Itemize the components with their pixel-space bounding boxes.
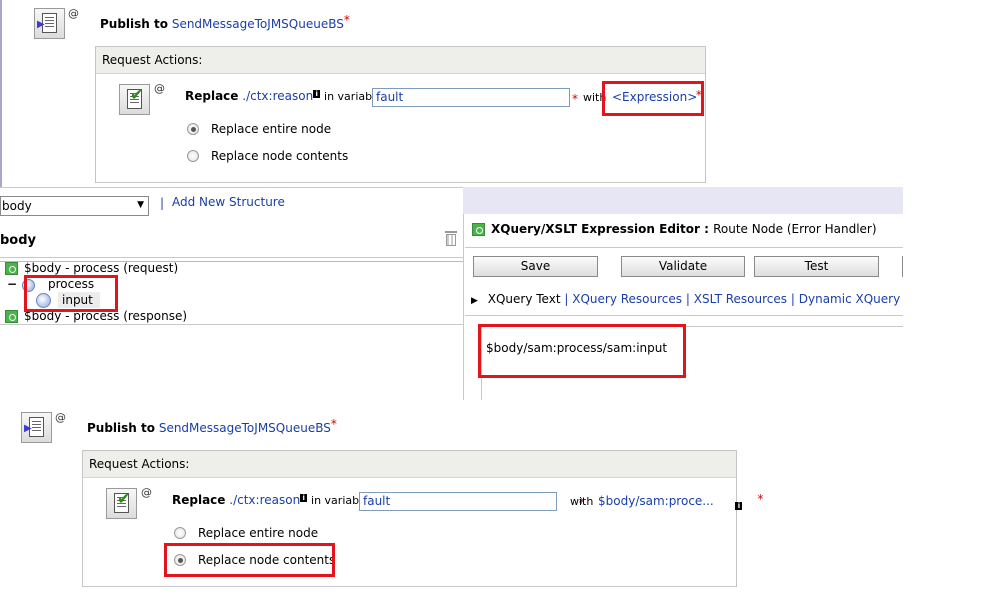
divider bbox=[0, 187, 463, 188]
variable-select[interactable]: body ▼ bbox=[0, 196, 149, 216]
top-publish-heading: Publish to SendMessageToJMSQueueBS* bbox=[100, 13, 350, 31]
radio-replace-contents[interactable] bbox=[187, 150, 199, 162]
divider bbox=[465, 247, 903, 248]
publish-label: Publish to bbox=[100, 17, 168, 31]
with-label: with bbox=[570, 495, 594, 508]
at-icon: @ bbox=[55, 411, 66, 424]
replace-label: Replace bbox=[172, 493, 226, 507]
publish-icon[interactable]: ▶ bbox=[21, 412, 52, 443]
trash-icon[interactable] bbox=[445, 231, 457, 246]
separator: | bbox=[685, 292, 690, 306]
save-button[interactable]: Save bbox=[473, 256, 598, 277]
request-actions-title: Request Actions: bbox=[96, 47, 705, 74]
info-icon[interactable]: i bbox=[313, 90, 321, 98]
editor-subtitle: Route Node (Error Handler) bbox=[713, 222, 877, 236]
editor-heading: XQuery/XSLT Expression Editor : Route No… bbox=[491, 222, 877, 236]
chevron-down-icon: ▼ bbox=[137, 200, 144, 210]
separator: | bbox=[564, 292, 569, 306]
publish-label: Publish to bbox=[87, 421, 155, 435]
variable-input[interactable]: fault bbox=[359, 492, 557, 511]
validate-button[interactable]: Validate bbox=[621, 256, 745, 277]
bottom-replace-row: Replace ./ctx:reason i in variable bbox=[172, 493, 369, 507]
variable-icon bbox=[5, 310, 18, 323]
top-left-border bbox=[0, 0, 2, 188]
xquery-icon bbox=[472, 223, 485, 236]
tab-xquery-resources[interactable]: XQuery Resources bbox=[572, 292, 682, 306]
add-new-structure-link[interactable]: Add New Structure bbox=[172, 195, 285, 209]
radio-replace-entire-label: Replace entire node bbox=[211, 122, 332, 136]
at-icon: @ bbox=[68, 7, 79, 20]
top-replace-row: Replace ./ctx:reason i in variable bbox=[185, 89, 382, 103]
required-marker: * bbox=[343, 13, 350, 27]
required-marker: * bbox=[572, 92, 578, 106]
tab-xslt-resources[interactable]: XSLT Resources bbox=[694, 292, 787, 306]
divider bbox=[465, 315, 903, 316]
radio-replace-contents-label: Replace node contents bbox=[211, 149, 349, 163]
at-icon: @ bbox=[141, 486, 152, 499]
variable-select-value: body bbox=[2, 199, 32, 213]
collapse-icon[interactable]: − bbox=[7, 277, 17, 291]
radio-replace-entire[interactable] bbox=[174, 527, 186, 539]
replace-icon[interactable]: ✔ bbox=[119, 84, 150, 115]
separator: | bbox=[160, 196, 165, 210]
editor-title: XQuery/XSLT Expression Editor bbox=[491, 222, 700, 236]
publish-icon[interactable]: ▶ bbox=[34, 8, 65, 39]
editor-top-bar bbox=[463, 187, 903, 214]
browser-header bbox=[0, 226, 463, 258]
editor-tabs: ▶ XQuery Text | XQuery Resources | XSLT … bbox=[471, 292, 900, 306]
divider bbox=[902, 256, 903, 277]
tab-xquery-text[interactable]: XQuery Text bbox=[488, 292, 561, 306]
expression-text-highlight bbox=[478, 324, 686, 378]
expression-highlight bbox=[602, 81, 704, 116]
info-icon[interactable]: i bbox=[735, 502, 743, 510]
required-marker: * bbox=[330, 417, 337, 431]
test-button[interactable]: Test bbox=[754, 256, 879, 277]
xpath-link[interactable]: ./ctx:reason bbox=[229, 493, 300, 507]
required-marker: * bbox=[757, 492, 764, 506]
variable-icon bbox=[5, 262, 18, 275]
radio-replace-entire-label: Replace entire node bbox=[198, 526, 319, 540]
divider bbox=[0, 324, 463, 325]
replace-label: Replace bbox=[185, 89, 239, 103]
variable-input[interactable]: fault bbox=[372, 88, 570, 107]
input-highlight bbox=[24, 275, 118, 312]
service-link[interactable]: SendMessageToJMSQueueBS bbox=[172, 17, 344, 31]
request-actions-title: Request Actions: bbox=[83, 451, 736, 478]
replace-contents-highlight bbox=[164, 543, 335, 577]
xpath-link[interactable]: ./ctx:reason bbox=[242, 89, 313, 103]
replace-icon[interactable]: ✔ bbox=[106, 488, 137, 519]
bottom-publish-heading: Publish to SendMessageToJMSQueueBS* bbox=[87, 417, 337, 435]
tree-item-body-request[interactable]: $body - process (request) bbox=[24, 261, 178, 275]
at-icon: @ bbox=[154, 82, 165, 95]
separator: | bbox=[790, 292, 795, 306]
tab-dynamic-xquery[interactable]: Dynamic XQuery bbox=[799, 292, 900, 306]
expand-icon: ▶ bbox=[471, 296, 478, 306]
info-icon[interactable]: i bbox=[300, 494, 308, 502]
expression-link[interactable]: $body/sam:proce... bbox=[598, 494, 714, 508]
service-link[interactable]: SendMessageToJMSQueueBS bbox=[159, 421, 331, 435]
browser-title: body bbox=[0, 233, 37, 248]
radio-replace-entire[interactable] bbox=[187, 123, 199, 135]
